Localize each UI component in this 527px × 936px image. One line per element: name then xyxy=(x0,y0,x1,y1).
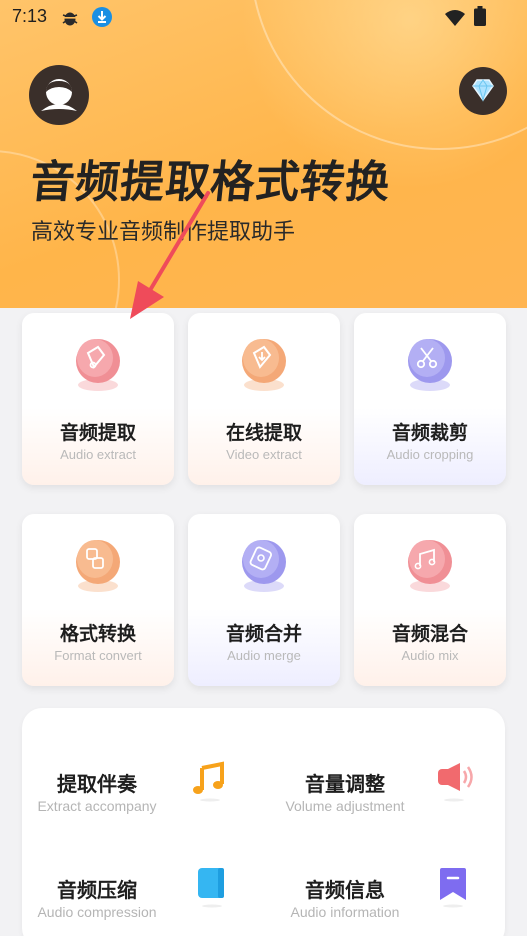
tool-subtitle: Audio compression xyxy=(37,904,157,920)
audio-mix-icon xyxy=(400,534,460,602)
tools-panel: 提取伴奏 Extract accompany 音量调整 Volume adjus… xyxy=(22,708,505,936)
status-bar: 7:13 xyxy=(0,0,527,34)
card-title: 在线提取 xyxy=(225,422,302,444)
card-video-extract[interactable]: 在线提取 Video extract xyxy=(188,313,340,485)
card-audio-cropping[interactable]: 音频裁剪 Audio cropping xyxy=(354,313,506,485)
tool-extract-accompany[interactable]: 提取伴奏 Extract accompany xyxy=(22,761,242,848)
card-subtitle: Audio merge xyxy=(227,648,301,663)
card-subtitle: Audio mix xyxy=(401,648,459,663)
bug-icon xyxy=(60,8,80,32)
tool-title: 提取伴奏 xyxy=(57,772,137,796)
audio-merge-icon xyxy=(234,534,294,602)
audio-extract-icon xyxy=(68,333,128,401)
wifi-icon xyxy=(444,9,466,31)
tool-audio-compression[interactable]: 音频压缩 Audio compression xyxy=(22,868,242,936)
speaker-icon xyxy=(434,760,478,806)
download-icon xyxy=(91,6,113,32)
book-icon xyxy=(196,866,230,912)
user-avatar-icon xyxy=(41,79,77,111)
tool-subtitle: Audio information xyxy=(290,904,400,920)
tool-audio-information[interactable]: 音频信息 Audio information xyxy=(270,868,490,936)
diamond-icon xyxy=(472,79,494,102)
hint-arrow-icon xyxy=(120,185,220,329)
user-avatar-button[interactable] xyxy=(29,65,89,125)
status-time: 7:13 xyxy=(12,6,48,26)
card-title: 音频裁剪 xyxy=(391,422,468,444)
card-subtitle: Audio cropping xyxy=(386,447,474,462)
card-format-convert[interactable]: 格式转换 Format convert xyxy=(22,514,174,686)
format-convert-icon xyxy=(68,534,128,602)
card-title: 格式转换 xyxy=(59,623,136,645)
card-audio-extract[interactable]: 音频提取 Audio extract xyxy=(22,313,174,485)
card-subtitle: Format convert xyxy=(54,648,142,663)
tool-title: 音频信息 xyxy=(305,878,385,902)
music-note-icon xyxy=(190,760,230,806)
scissors-icon xyxy=(400,333,460,401)
card-title: 音频混合 xyxy=(391,623,468,645)
vip-button[interactable] xyxy=(459,67,507,115)
card-title: 音频提取 xyxy=(59,422,136,444)
card-subtitle: Audio extract xyxy=(60,447,136,462)
video-extract-icon xyxy=(234,333,294,401)
card-audio-merge[interactable]: 音频合并 Audio merge xyxy=(188,514,340,686)
tool-title: 音频压缩 xyxy=(57,878,137,902)
tool-subtitle: Extract accompany xyxy=(37,798,157,814)
card-audio-mix[interactable]: 音频混合 Audio mix xyxy=(354,514,506,686)
tool-subtitle: Volume adjustment xyxy=(285,798,405,814)
tool-volume-adjustment[interactable]: 音量调整 Volume adjustment xyxy=(270,763,490,848)
battery-icon xyxy=(474,6,486,30)
card-subtitle: Video extract xyxy=(226,447,302,462)
tool-title: 音量调整 xyxy=(305,772,385,796)
bookmark-info-icon xyxy=(436,866,472,912)
card-title: 音频合并 xyxy=(225,623,302,645)
